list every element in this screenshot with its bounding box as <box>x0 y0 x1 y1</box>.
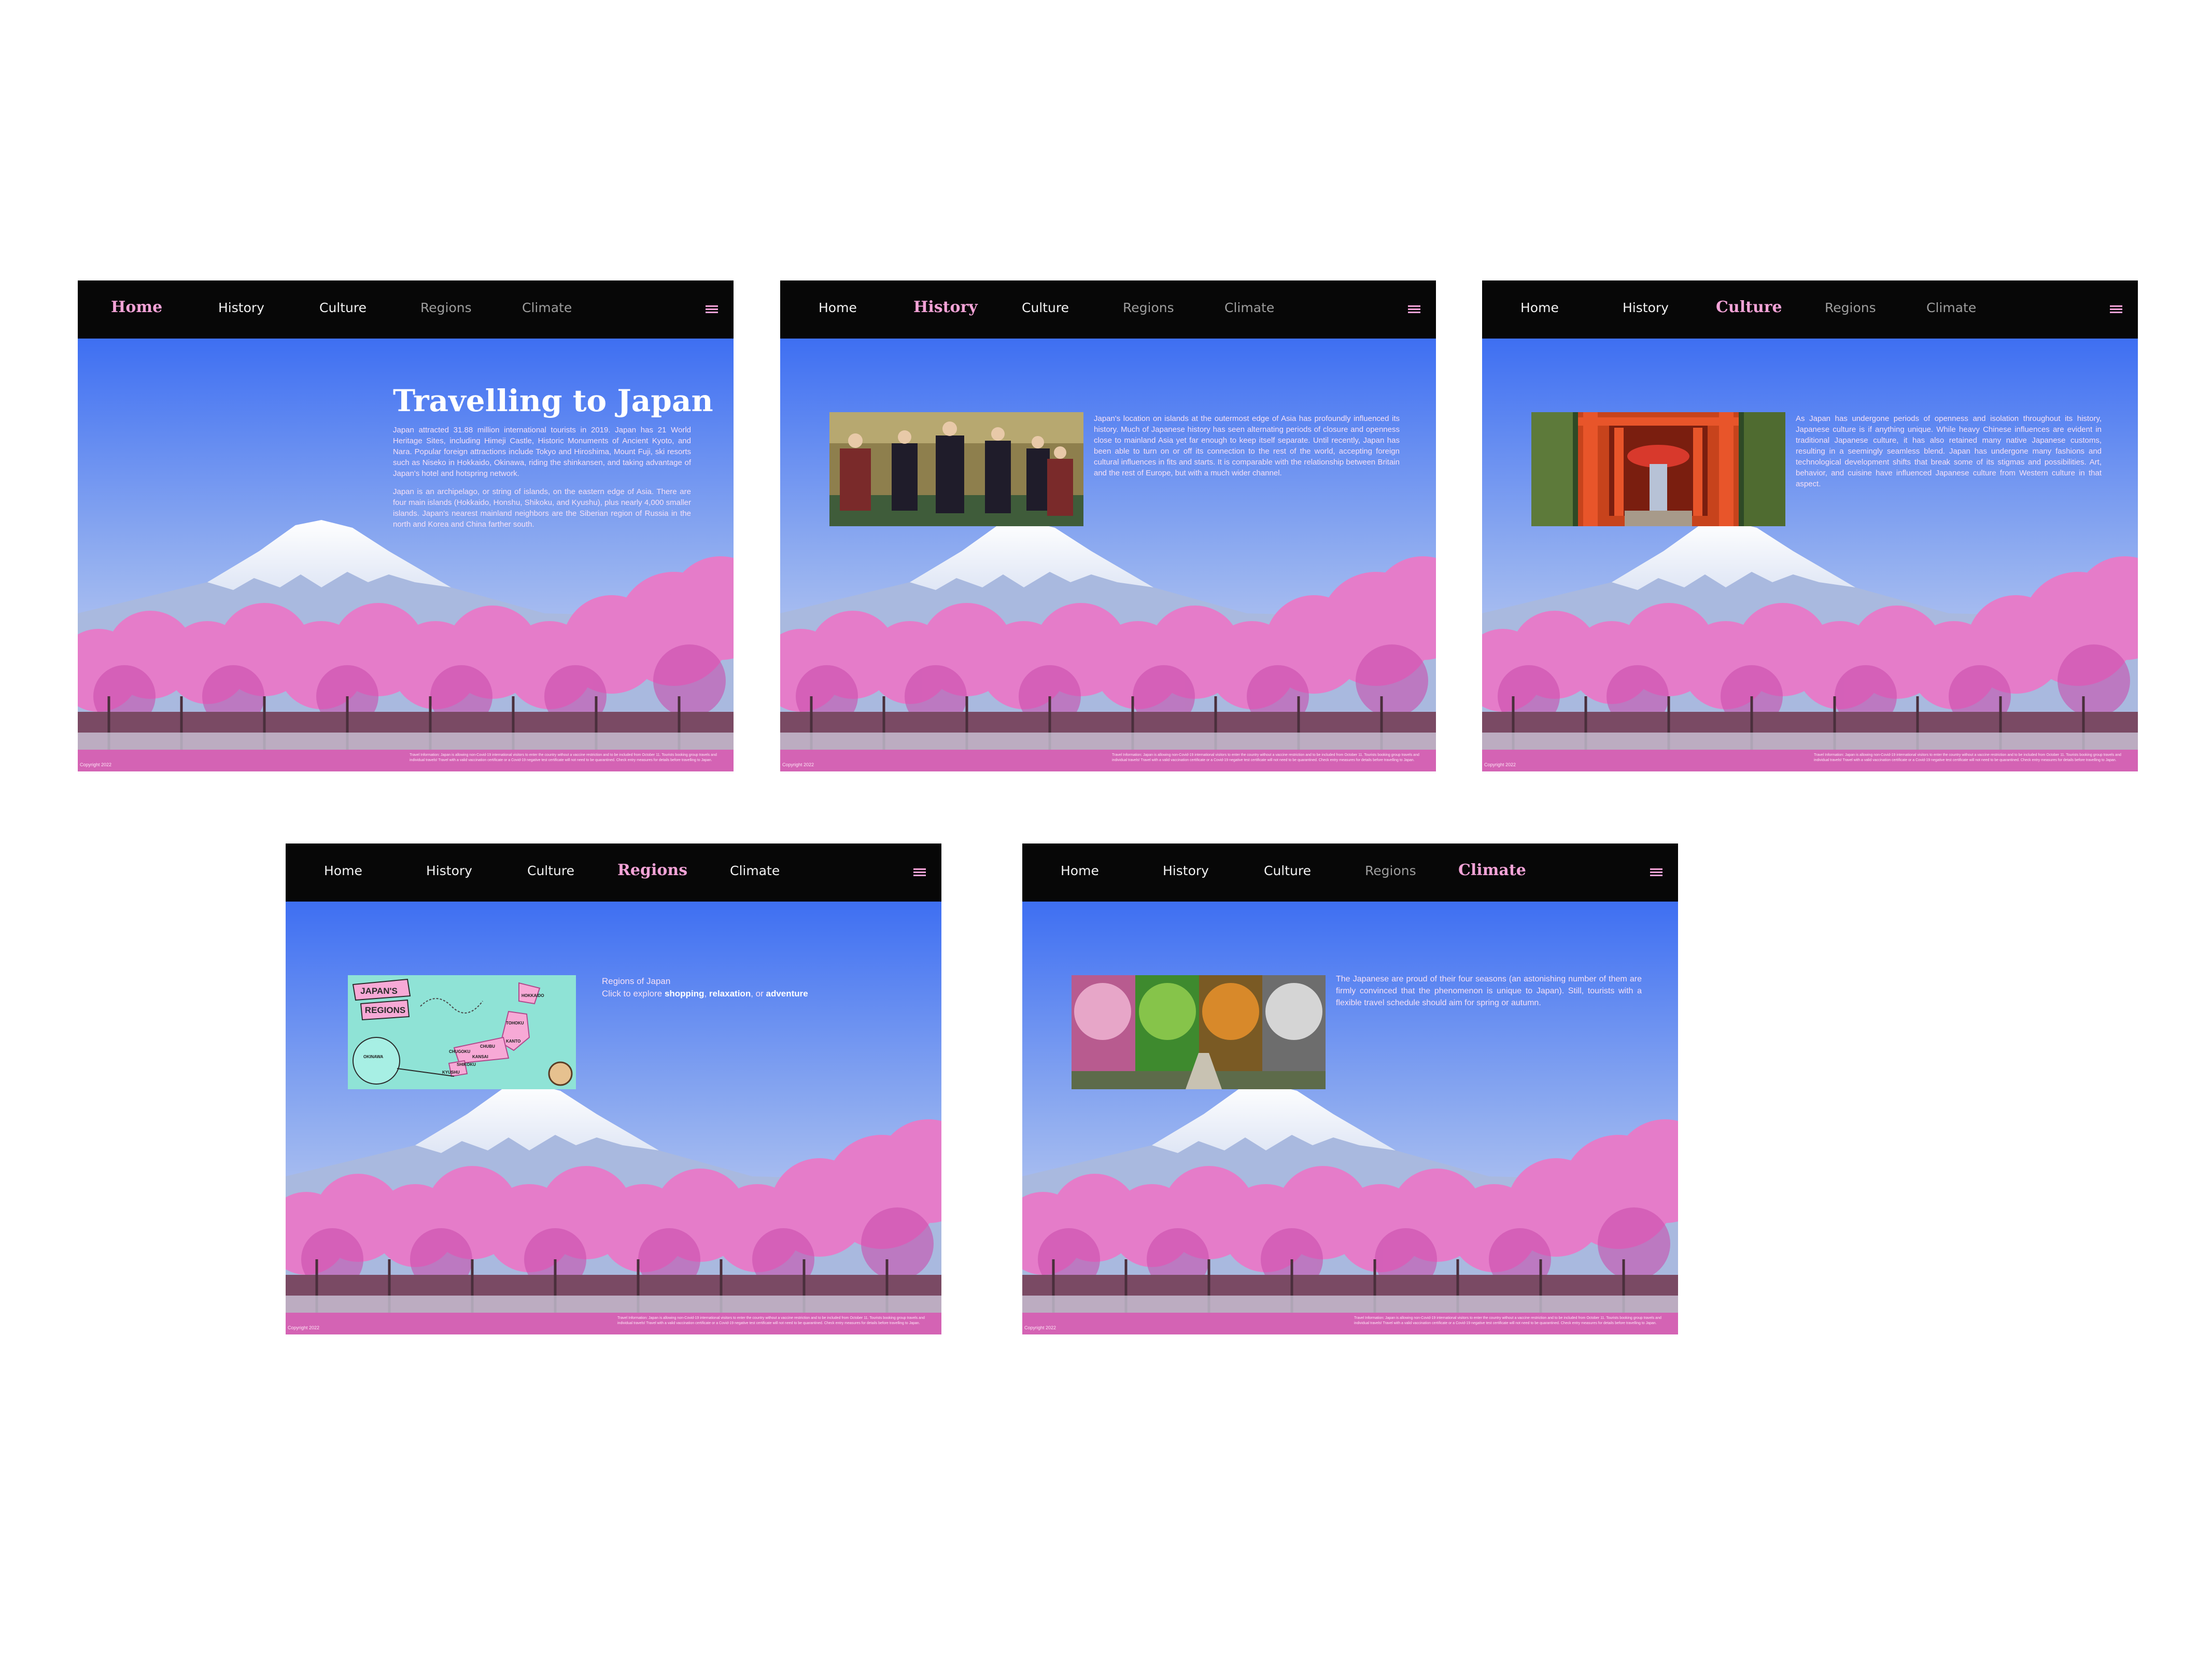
nav-culture[interactable]: Culture <box>1264 863 1311 878</box>
nav-culture[interactable]: Culture <box>319 300 367 315</box>
nav-climate[interactable]: Climate <box>1458 861 1526 879</box>
navbar: Home History Culture Regions Climate <box>1482 280 2138 339</box>
japan-regions-map[interactable]: JAPAN'S REGIONS HOKKAIDO TOHOKU KANTO CH… <box>348 975 576 1089</box>
nav-home[interactable]: Home <box>1061 863 1099 878</box>
intro-paragraph-2: Japan is an archipelago, or string of is… <box>393 487 691 529</box>
nav-climate[interactable]: Climate <box>730 863 780 878</box>
adventure-link[interactable]: adventure <box>766 989 808 999</box>
menu-icon[interactable] <box>706 305 718 314</box>
travel-notice: Travel Information: Japan is allowing no… <box>1112 753 1419 762</box>
map-title-line2: REGIONS <box>365 1005 405 1015</box>
nav-climate[interactable]: Climate <box>522 300 572 315</box>
map-label-okinawa: OKINAWA <box>363 1055 383 1059</box>
nav-history[interactable]: History <box>1163 863 1209 878</box>
map-label-kyushu: KYUSHU <box>442 1070 460 1075</box>
nav-culture[interactable]: Culture <box>1716 298 1782 316</box>
regions-page: Home History Culture Regions Climate JAP… <box>286 843 941 1334</box>
nav-climate[interactable]: Climate <box>1926 300 1976 315</box>
nav-history[interactable]: History <box>426 863 472 878</box>
navbar: Home History Culture Regions Climate <box>1022 843 1678 902</box>
intro-text: Japan attracted 31.88 million internatio… <box>393 425 691 537</box>
footer: Copyright 2022 Travel Information: Japan… <box>78 750 734 771</box>
menu-icon[interactable] <box>913 868 926 877</box>
map-label-tohoku: TOHOKU <box>506 1021 524 1025</box>
hero-image <box>780 339 1436 751</box>
nav-home[interactable]: Home <box>819 300 857 315</box>
history-page: Home History Culture Regions Climate Jap… <box>780 280 1436 771</box>
menu-icon[interactable] <box>1408 305 1420 314</box>
travel-notice: Travel Information: Japan is allowing no… <box>617 1316 925 1325</box>
menu-icon[interactable] <box>2110 305 2122 314</box>
regions-text: Regions of Japan Click to explore shoppi… <box>602 975 861 1000</box>
intro-paragraph-1: Japan attracted 31.88 million internatio… <box>393 426 691 478</box>
nav-history[interactable]: History <box>913 298 978 316</box>
nav-home[interactable]: Home <box>324 863 362 878</box>
travel-notice: Travel Information: Japan is allowing no… <box>1354 1316 1661 1325</box>
nav-regions[interactable]: Regions <box>1825 300 1876 315</box>
menu-icon[interactable] <box>1650 868 1662 877</box>
copyright: Copyright 2022 <box>1484 762 1516 767</box>
separator: , or <box>751 989 766 999</box>
footer: Copyright 2022 Travel Information: Japan… <box>1482 750 2138 771</box>
regions-prompt: Click to explore <box>602 989 663 999</box>
travel-notice: Travel Information: Japan is allowing no… <box>1814 753 2121 762</box>
nav-regions[interactable]: Regions <box>1365 863 1416 878</box>
map-label-hokkaido: HOKKAIDO <box>522 993 544 998</box>
separator: , <box>704 989 709 999</box>
page-title: Travelling to Japan <box>393 383 713 418</box>
nav-culture[interactable]: Culture <box>527 863 574 878</box>
torii-gates-photo <box>1531 412 1785 526</box>
nav-history[interactable]: History <box>1623 300 1669 315</box>
map-label-kanto: KANTO <box>506 1039 520 1044</box>
nav-regions[interactable]: Regions <box>617 861 687 879</box>
four-seasons-photo <box>1072 975 1326 1089</box>
nav-history[interactable]: History <box>218 300 264 315</box>
copyright: Copyright 2022 <box>288 1325 320 1330</box>
map-title-line1: JAPAN'S <box>360 986 398 996</box>
regions-heading: Regions of Japan <box>602 976 671 986</box>
footer: Copyright 2022 Travel Information: Japan… <box>286 1313 941 1334</box>
copyright: Copyright 2022 <box>782 762 814 767</box>
hero-image <box>1022 902 1678 1314</box>
nav-regions[interactable]: Regions <box>1123 300 1174 315</box>
nav-climate[interactable]: Climate <box>1224 300 1274 315</box>
culture-text: As Japan has undergone periods of openne… <box>1796 414 2102 488</box>
culture-page: Home History Culture Regions Climate As … <box>1482 280 2138 771</box>
navbar: Home History Culture Regions Climate <box>78 280 734 339</box>
regions-links: Click to explore shopping, relaxation, o… <box>602 988 861 1000</box>
map-label-chugoku: CHUGOKU <box>449 1049 471 1054</box>
navbar: Home History Culture Regions Climate <box>780 280 1436 339</box>
history-text: Japan's location on islands at the outer… <box>1094 414 1400 477</box>
copyright: Copyright 2022 <box>80 762 112 767</box>
shopping-link[interactable]: shopping <box>665 989 704 999</box>
climate-page: Home History Culture Regions Climate The… <box>1022 843 1678 1334</box>
hero-image <box>1482 339 2138 751</box>
meiji-family-photo <box>829 412 1083 526</box>
map-label-chubu: CHUBU <box>480 1044 495 1049</box>
nav-culture[interactable]: Culture <box>1022 300 1069 315</box>
navbar: Home History Culture Regions Climate <box>286 843 941 902</box>
map-label-kansai: KANSAI <box>472 1055 488 1059</box>
copyright: Copyright 2022 <box>1024 1325 1056 1330</box>
nav-home[interactable]: Home <box>1520 300 1559 315</box>
footer: Copyright 2022 Travel Information: Japan… <box>780 750 1436 771</box>
relaxation-link[interactable]: relaxation <box>709 989 751 999</box>
home-page: Home History Culture Regions Climate Tra… <box>78 280 734 771</box>
footer: Copyright 2022 Travel Information: Japan… <box>1022 1313 1678 1334</box>
nav-regions[interactable]: Regions <box>420 300 472 315</box>
climate-text: The Japanese are proud of their four sea… <box>1336 975 1642 1007</box>
map-label-shikoku: SHIKOKU <box>457 1062 476 1067</box>
travel-notice: Travel Information: Japan is allowing no… <box>410 753 717 762</box>
hero-image <box>286 902 941 1314</box>
nav-home[interactable]: Home <box>111 298 162 316</box>
